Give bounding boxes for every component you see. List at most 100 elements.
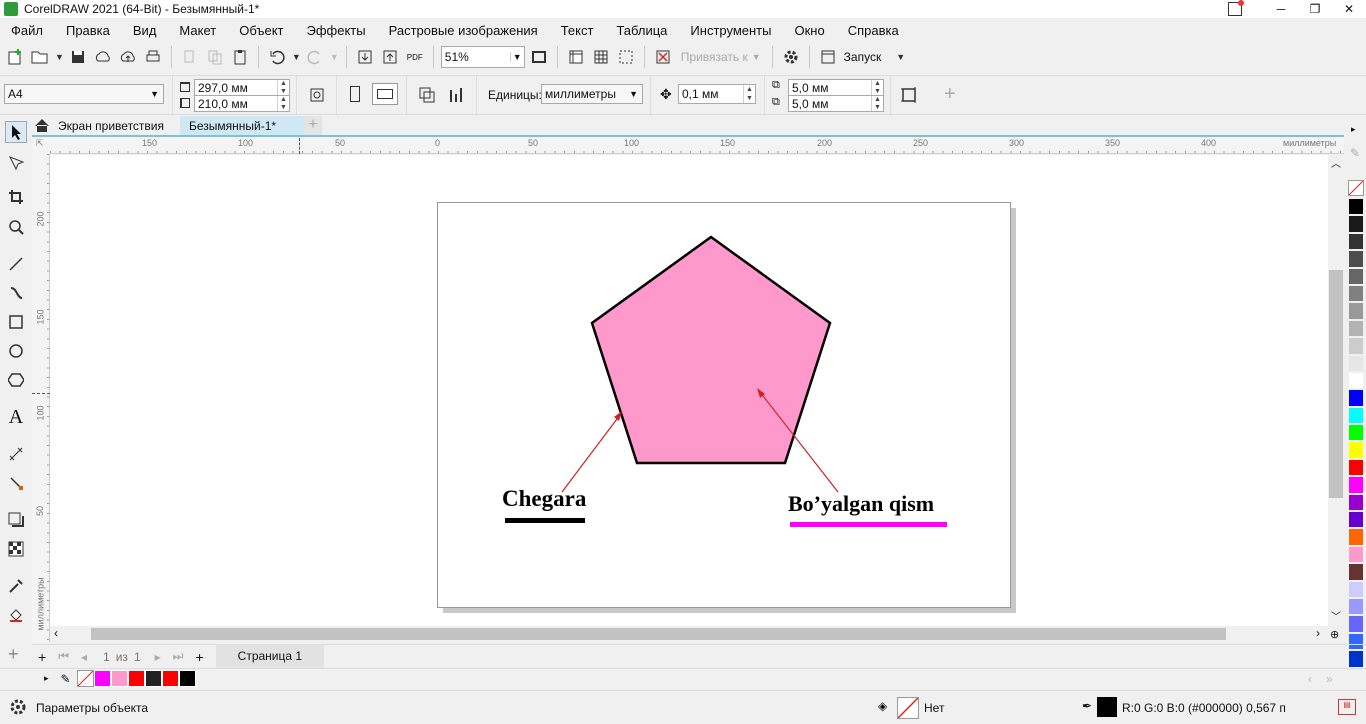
- page-size-select[interactable]: A4 ▼: [4, 84, 164, 104]
- menu-layout[interactable]: Макет: [179, 23, 216, 38]
- publish-pdf-icon[interactable]: PDF: [404, 46, 426, 68]
- palette-swatch[interactable]: [1348, 545, 1364, 564]
- new-tab-icon[interactable]: +: [304, 116, 322, 135]
- menu-text[interactable]: Текст: [561, 23, 594, 38]
- last-page-icon[interactable]: ⏭: [173, 649, 184, 664]
- print-icon[interactable]: [142, 46, 164, 68]
- close-button[interactable]: ✕: [1332, 2, 1366, 16]
- doc-palette-swatch[interactable]: [127, 670, 145, 687]
- eyedropper-tool-icon[interactable]: [5, 575, 27, 597]
- save-icon[interactable]: [67, 46, 89, 68]
- crop-tool-icon[interactable]: [5, 186, 27, 208]
- palette-swatch[interactable]: [1348, 458, 1364, 477]
- zoom-level-field[interactable]: 51% ▼: [440, 46, 525, 68]
- restore-button[interactable]: ❐: [1298, 2, 1332, 16]
- doc-palette-expand-icon[interactable]: ▸: [44, 673, 49, 684]
- menu-bitmaps[interactable]: Растровые изображения: [389, 23, 538, 38]
- transparency-tool-icon[interactable]: [5, 538, 27, 560]
- palette-swatch[interactable]: [1348, 250, 1364, 268]
- palette-swatch[interactable]: [1348, 511, 1364, 529]
- palette-swatch[interactable]: [1348, 406, 1364, 425]
- palette-swatch[interactable]: [1348, 528, 1364, 546]
- menu-object[interactable]: Объект: [239, 23, 283, 38]
- home-icon[interactable]: [34, 118, 50, 133]
- add-page-after-icon[interactable]: +: [195, 649, 203, 665]
- palette-swatch[interactable]: [1348, 441, 1364, 459]
- launch-dropdown-icon[interactable]: ▼: [896, 52, 905, 62]
- new-document-icon[interactable]: [4, 46, 26, 68]
- portrait-icon[interactable]: [350, 86, 360, 102]
- palette-swatch[interactable]: [1348, 424, 1364, 442]
- fill-none-swatch[interactable]: [897, 697, 919, 719]
- redo-dropdown-icon[interactable]: ▼: [330, 52, 339, 62]
- vertical-ruler[interactable]: 200 150 100 50 миллиметры: [32, 154, 50, 642]
- zoom-page-icon[interactable]: [528, 46, 550, 68]
- launch-dropdown[interactable]: Запуск: [844, 50, 882, 64]
- doc-palette-eyedropper-icon[interactable]: ✎: [61, 672, 71, 686]
- pick-tool-icon[interactable]: [5, 121, 27, 143]
- doc-palette-none-swatch[interactable]: [76, 670, 94, 687]
- doc-palette-scroll-left-icon[interactable]: ‹: [1308, 672, 1312, 686]
- dimension-tool-icon[interactable]: [5, 443, 27, 465]
- minimize-button[interactable]: ─: [1264, 2, 1298, 16]
- zoom-navigator-icon[interactable]: ⊕: [1330, 628, 1339, 641]
- undo-dropdown-icon[interactable]: ▼: [292, 52, 301, 62]
- palette-swatch[interactable]: [1348, 371, 1364, 390]
- label-fill-text[interactable]: Bo’yalgan qism: [788, 491, 934, 517]
- doc-palette-swatch[interactable]: [178, 670, 196, 687]
- current-page-size-icon[interactable]: [446, 84, 468, 106]
- account-icon[interactable]: [1228, 0, 1244, 16]
- add-tool-icon[interactable]: +: [8, 644, 19, 665]
- text-tool-icon[interactable]: A: [5, 406, 27, 428]
- palette-swatch[interactable]: [1348, 267, 1364, 285]
- cloud-icon[interactable]: [92, 46, 114, 68]
- drop-shadow-tool-icon[interactable]: [5, 509, 27, 531]
- menu-file[interactable]: Файл: [11, 23, 43, 38]
- horizontal-scroll-thumb[interactable]: [91, 628, 1226, 640]
- drawing-canvas[interactable]: Chegara Bo’yalgan qism: [50, 155, 1328, 626]
- open-dropdown-icon[interactable]: ▼: [55, 52, 64, 62]
- color-proof-icon[interactable]: ▤: [1338, 699, 1356, 715]
- menu-window[interactable]: Окно: [794, 23, 824, 38]
- prev-page-icon[interactable]: ◂: [81, 650, 87, 664]
- palette-swatch[interactable]: [1348, 476, 1364, 494]
- duplicate-x-field[interactable]: 5,0 мм ▲ ▼: [788, 79, 884, 96]
- options-gear-icon[interactable]: [780, 46, 802, 68]
- palette-swatch[interactable]: [1348, 215, 1364, 233]
- scroll-right-icon[interactable]: ›: [1316, 626, 1320, 640]
- tab-welcome-screen[interactable]: Экран приветствия: [58, 119, 164, 133]
- copy-icon[interactable]: [204, 46, 226, 68]
- all-pages-icon[interactable]: [306, 84, 328, 106]
- page-tab[interactable]: Страница 1: [215, 645, 325, 668]
- menu-view[interactable]: Вид: [133, 23, 157, 38]
- cut-icon[interactable]: [179, 46, 201, 68]
- scroll-down-icon[interactable]: ﹀: [1331, 608, 1341, 623]
- palette-eyedropper-icon[interactable]: ✎: [1350, 146, 1360, 160]
- palette-swatch[interactable]: [1348, 198, 1364, 216]
- snap-off-icon[interactable]: [652, 46, 674, 68]
- palette-swatch[interactable]: [1348, 615, 1364, 633]
- palette-swatch[interactable]: [1348, 284, 1364, 303]
- palette-swatch[interactable]: [1348, 389, 1364, 407]
- undo-icon[interactable]: [266, 46, 288, 68]
- duplicate-y-field[interactable]: 5,0 мм ▲ ▼: [788, 95, 884, 112]
- artistic-media-tool-icon[interactable]: [5, 282, 27, 304]
- interactive-fill-tool-icon[interactable]: [5, 604, 27, 626]
- import-icon[interactable]: [354, 46, 376, 68]
- redo-icon[interactable]: [304, 46, 326, 68]
- next-page-icon[interactable]: ▸: [155, 650, 161, 664]
- snap-dropdown-icon[interactable]: ▼: [752, 52, 761, 62]
- landscape-icon[interactable]: [372, 83, 398, 105]
- snap-to-dropdown[interactable]: Привязать к: [681, 50, 748, 64]
- palette-swatch[interactable]: [1348, 597, 1364, 616]
- grid-icon[interactable]: [590, 46, 612, 68]
- object-properties-label[interactable]: Параметры объекта: [36, 701, 148, 715]
- page-height-field[interactable]: 210,0 мм ▲ ▼: [194, 95, 290, 112]
- palette-swatch[interactable]: [1348, 302, 1364, 320]
- label-border-text[interactable]: Chegara: [502, 486, 586, 512]
- first-page-icon[interactable]: ⏮: [58, 649, 69, 664]
- palette-swatch[interactable]: [1348, 232, 1364, 251]
- launch-icon[interactable]: [817, 46, 839, 68]
- units-select[interactable]: миллиметры ▼: [541, 84, 643, 104]
- menu-tools[interactable]: Инструменты: [690, 23, 771, 38]
